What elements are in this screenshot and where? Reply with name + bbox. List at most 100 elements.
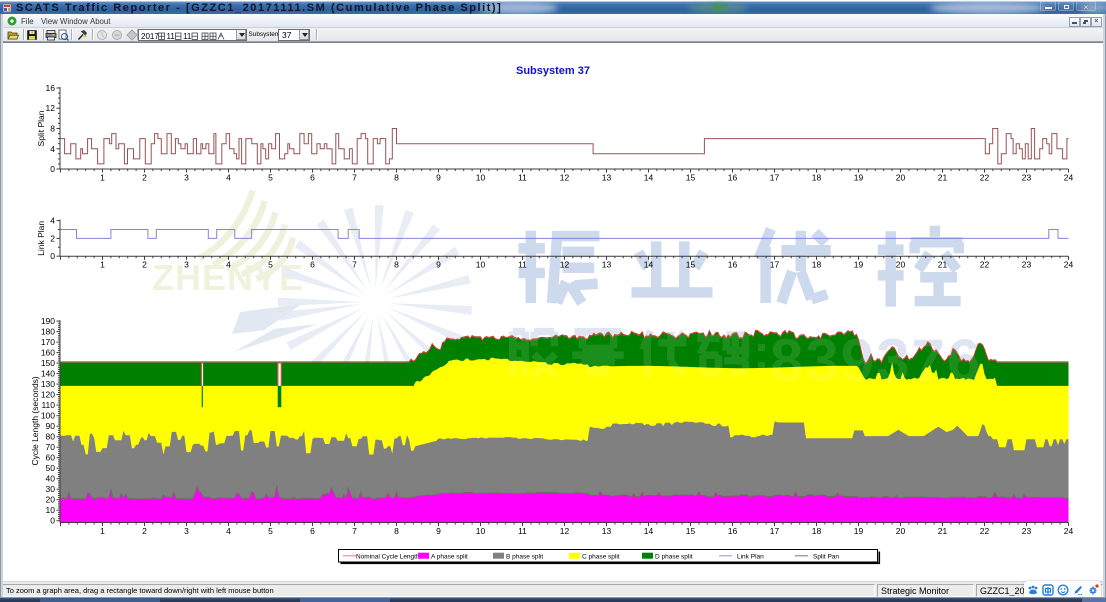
svg-text:4: 4 <box>226 526 231 536</box>
svg-text:17: 17 <box>770 173 780 183</box>
svg-text:2: 2 <box>50 233 55 243</box>
svg-text:22: 22 <box>980 526 990 536</box>
svg-text:19: 19 <box>854 173 864 183</box>
svg-text:2: 2 <box>142 526 147 536</box>
svg-text:18: 18 <box>812 173 822 183</box>
svg-text:8: 8 <box>50 124 55 134</box>
svg-text:Link Plan: Link Plan <box>737 554 764 561</box>
svg-text:40: 40 <box>46 474 56 484</box>
svg-text:90: 90 <box>46 421 56 431</box>
svg-text:110: 110 <box>41 400 55 410</box>
svg-text:8: 8 <box>394 260 399 270</box>
svg-text:4: 4 <box>50 144 55 154</box>
svg-text:10: 10 <box>46 505 56 515</box>
svg-text:80: 80 <box>46 432 56 442</box>
svg-text:14: 14 <box>644 526 654 536</box>
svg-text:20: 20 <box>46 495 56 505</box>
svg-text:21: 21 <box>938 260 948 270</box>
svg-text:0: 0 <box>50 164 55 174</box>
svg-text:12: 12 <box>560 526 570 536</box>
svg-text:16: 16 <box>46 83 56 93</box>
svg-text:23: 23 <box>1022 173 1032 183</box>
svg-text:19: 19 <box>854 526 864 536</box>
svg-text:16: 16 <box>728 526 738 536</box>
svg-text:8: 8 <box>394 526 399 536</box>
svg-text:Split Pan: Split Pan <box>813 554 839 561</box>
svg-text:D phase split: D phase split <box>655 554 693 561</box>
svg-text:16: 16 <box>728 173 738 183</box>
svg-text:20: 20 <box>896 173 906 183</box>
svg-text:22: 22 <box>980 173 990 183</box>
svg-text:3: 3 <box>184 260 189 270</box>
svg-text:9: 9 <box>436 526 441 536</box>
svg-text:0: 0 <box>50 516 55 526</box>
svg-text:10: 10 <box>476 526 486 536</box>
svg-text:3: 3 <box>184 173 189 183</box>
svg-text:14: 14 <box>644 173 654 183</box>
svg-text:100: 100 <box>41 411 55 421</box>
svg-text:60: 60 <box>46 453 56 463</box>
svg-text:Link Plan: Link Plan <box>36 221 46 256</box>
svg-text:0: 0 <box>50 251 55 261</box>
svg-text:6: 6 <box>310 260 315 270</box>
svg-text:190: 190 <box>41 316 55 326</box>
svg-text:1: 1 <box>100 260 105 270</box>
svg-text:120: 120 <box>41 390 55 400</box>
svg-text:5: 5 <box>268 260 273 270</box>
svg-text:Subsystem 37: Subsystem 37 <box>516 65 590 77</box>
svg-text:24: 24 <box>1064 173 1074 183</box>
svg-text:7: 7 <box>352 173 357 183</box>
svg-text:18: 18 <box>812 260 822 270</box>
svg-text:Nominal Cycle Length: Nominal Cycle Length <box>356 554 420 561</box>
svg-text:3: 3 <box>184 526 189 536</box>
svg-text:839376: 839376 <box>770 327 982 394</box>
svg-text:13: 13 <box>602 260 612 270</box>
svg-text:20: 20 <box>896 260 906 270</box>
svg-text:10: 10 <box>476 173 486 183</box>
svg-text:11: 11 <box>518 526 527 536</box>
svg-text:17: 17 <box>770 260 780 270</box>
svg-text:150: 150 <box>41 358 55 368</box>
svg-text:160: 160 <box>41 348 55 358</box>
svg-text:1: 1 <box>100 173 105 183</box>
svg-text:C phase split: C phase split <box>582 554 620 561</box>
svg-text:17: 17 <box>770 526 780 536</box>
svg-text:4: 4 <box>226 173 231 183</box>
svg-text:16: 16 <box>728 260 738 270</box>
svg-text:18: 18 <box>812 526 822 536</box>
svg-text:11: 11 <box>167 32 176 41</box>
svg-text:6: 6 <box>310 173 315 183</box>
svg-text:12: 12 <box>560 260 570 270</box>
svg-text:9: 9 <box>436 260 441 270</box>
svg-text:20: 20 <box>896 526 906 536</box>
svg-text:15: 15 <box>686 173 696 183</box>
svg-text:Cycle Length (seconds): Cycle Length (seconds) <box>30 376 40 465</box>
svg-text:2017: 2017 <box>141 32 159 41</box>
svg-text:130: 130 <box>41 379 55 389</box>
svg-text:B phase split: B phase split <box>506 554 543 561</box>
svg-text:140: 140 <box>41 369 55 379</box>
svg-text:4: 4 <box>50 216 55 226</box>
svg-text:6: 6 <box>310 526 315 536</box>
svg-text:2: 2 <box>142 260 147 270</box>
svg-text:9: 9 <box>436 173 441 183</box>
svg-text:11: 11 <box>518 173 527 183</box>
svg-text:2: 2 <box>142 173 147 183</box>
svg-text:24: 24 <box>1064 526 1074 536</box>
svg-text:12: 12 <box>560 173 570 183</box>
svg-text:24: 24 <box>1064 260 1074 270</box>
svg-text:30: 30 <box>46 484 56 494</box>
svg-text:15: 15 <box>686 260 696 270</box>
svg-text:5: 5 <box>268 173 273 183</box>
svg-text:21: 21 <box>938 173 948 183</box>
svg-text:1: 1 <box>100 526 105 536</box>
svg-text:23: 23 <box>1022 260 1032 270</box>
svg-text:14: 14 <box>644 260 654 270</box>
svg-text:5: 5 <box>268 526 273 536</box>
svg-text:4: 4 <box>226 260 231 270</box>
svg-text:180: 180 <box>41 327 55 337</box>
svg-text:15: 15 <box>686 526 696 536</box>
svg-text:50: 50 <box>46 463 56 473</box>
svg-text:10: 10 <box>476 260 486 270</box>
svg-text:13: 13 <box>602 526 612 536</box>
